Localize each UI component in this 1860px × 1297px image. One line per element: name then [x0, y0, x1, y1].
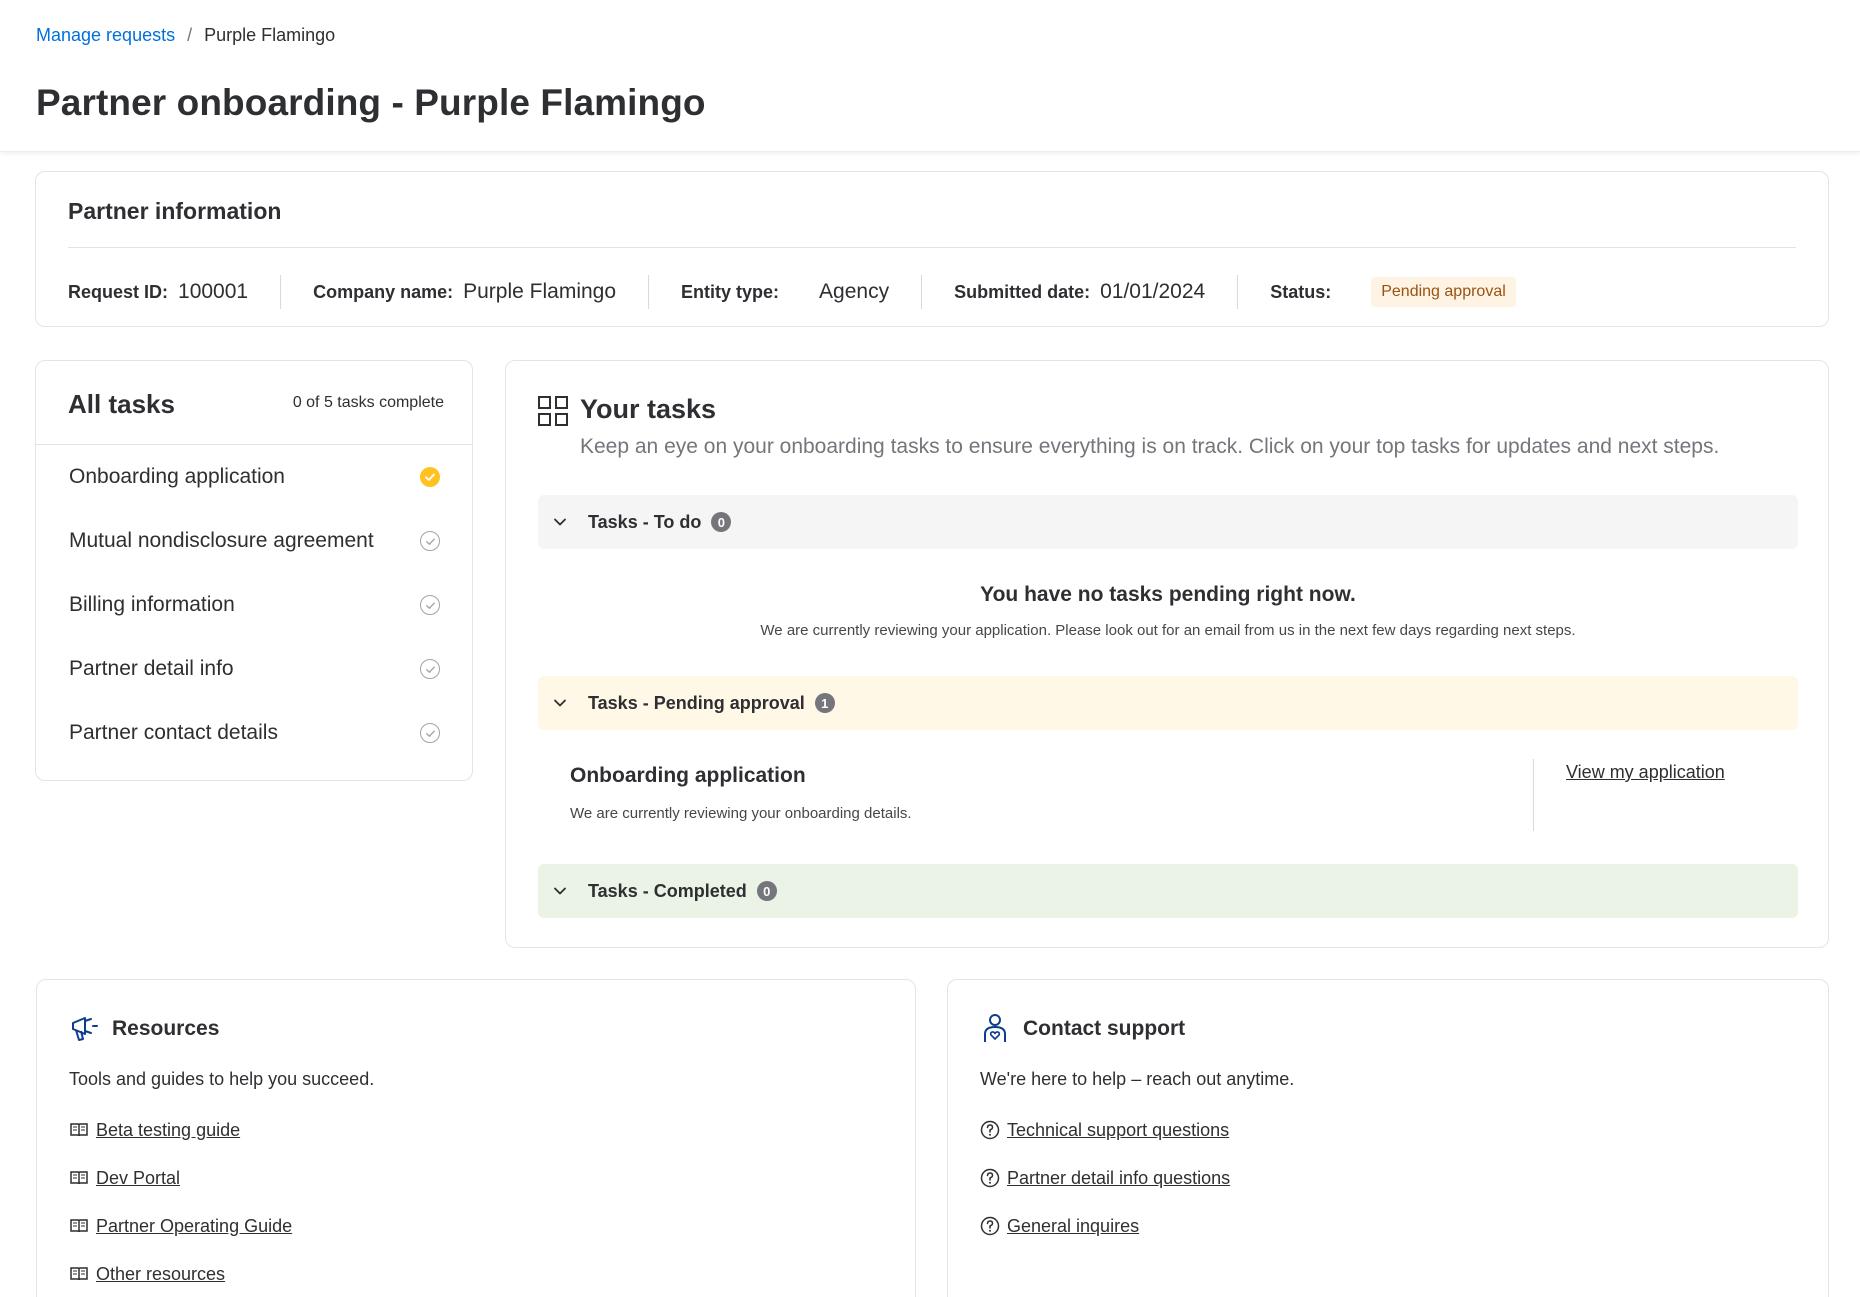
breadcrumb-manage-requests-link[interactable]: Manage requests	[36, 25, 175, 46]
book-icon	[70, 1219, 88, 1233]
breadcrumb-current: Purple Flamingo	[204, 25, 336, 45]
all-tasks-progress: 0 of 5 tasks complete	[292, 394, 444, 411]
task-item-label: Billing information	[69, 593, 235, 616]
company-name-label: Company name:	[313, 281, 454, 302]
task-item-billing-information[interactable]: Billing information	[36, 573, 472, 637]
breadcrumb-separator: /	[187, 25, 193, 45]
pending-task-divider	[1533, 759, 1534, 831]
task-item-mutual-nda[interactable]: Mutual nondisclosure agreement	[36, 509, 472, 573]
book-icon	[70, 1123, 88, 1137]
book-icon	[70, 1267, 88, 1281]
breadcrumb: Manage requests / Purple Flamingo	[36, 25, 335, 46]
chevron-down-icon	[554, 887, 566, 895]
page-header: Manage requests / Purple Flamingo Partne…	[0, 0, 1860, 152]
your-tasks-subtitle: Keep an eye on your onboarding tasks to …	[580, 435, 1720, 458]
no-tasks-title: You have no tasks pending right now.	[980, 583, 1356, 606]
all-tasks-list: Onboarding application Mutual nondisclos…	[36, 445, 472, 765]
partner-information-card: Partner information Request ID: 100001 C…	[35, 171, 1829, 327]
company-name-field: Company name: Purple Flamingo	[313, 275, 650, 309]
task-item-label: Partner detail info	[69, 657, 234, 680]
help-circle-icon	[980, 1216, 1000, 1236]
entity-type-value: Agency	[819, 280, 890, 303]
check-circle-outline-icon	[420, 659, 440, 679]
partner-information-divider	[68, 247, 1796, 248]
tasks-pending-count: 1	[814, 693, 835, 713]
pending-task-title: Onboarding application	[570, 764, 806, 787]
task-item-label: Partner contact details	[69, 721, 278, 744]
task-item-partner-detail-info[interactable]: Partner detail info	[36, 637, 472, 701]
your-tasks-card: Your tasks Keep an eye on your onboardin…	[505, 360, 1829, 948]
contact-link-row: Partner detail info questions	[980, 1154, 1230, 1202]
megaphone-icon	[72, 1017, 98, 1041]
status-field: Status: Pending approval	[1270, 275, 1548, 309]
request-id-value: 100001	[178, 280, 249, 303]
tasks-todo-toggle[interactable]: Tasks - To do 0	[538, 495, 1798, 549]
contact-support-subtitle: We're here to help – reach out anytime.	[980, 1069, 1295, 1089]
contact-support-links: Technical support questions Partner deta…	[980, 1106, 1230, 1250]
entity-type-label: Entity type:	[681, 281, 780, 302]
page-title: Partner onboarding - Purple Flamingo	[36, 82, 706, 123]
tasks-pending-label: Tasks - Pending approval	[588, 692, 805, 713]
task-item-label: Onboarding application	[69, 465, 285, 488]
tasks-todo-label: Tasks - To do	[588, 511, 702, 532]
request-id-field: Request ID: 100001	[68, 275, 282, 309]
check-circle-filled-icon	[420, 467, 440, 487]
company-name-value: Purple Flamingo	[463, 280, 617, 303]
resources-subtitle: Tools and guides to help you succeed.	[69, 1069, 375, 1089]
contact-link-row: Technical support questions	[980, 1106, 1230, 1154]
resource-link-row: Dev Portal	[69, 1154, 292, 1202]
task-item-onboarding-application[interactable]: Onboarding application	[36, 445, 472, 509]
pending-task-description: We are currently reviewing your onboardi…	[570, 805, 912, 822]
request-id-label: Request ID:	[68, 281, 169, 302]
technical-support-questions-link[interactable]: Technical support questions	[1007, 1120, 1229, 1141]
partner-information-title: Partner information	[68, 198, 282, 224]
all-tasks-header: All tasks 0 of 5 tasks complete	[36, 361, 472, 445]
check-circle-outline-icon	[420, 595, 440, 615]
task-item-label: Mutual nondisclosure agreement	[69, 529, 374, 552]
tasks-completed-count: 0	[756, 881, 777, 901]
tasks-pending-toggle[interactable]: Tasks - Pending approval 1	[538, 676, 1798, 730]
resources-card: Resources Tools and guides to help you s…	[36, 979, 916, 1297]
chevron-down-icon	[554, 518, 566, 526]
partner-information-row: Request ID: 100001 Company name: Purple …	[68, 274, 1580, 310]
resources-links: Beta testing guide Dev Portal Partner Op…	[69, 1106, 292, 1297]
beta-testing-guide-link[interactable]: Beta testing guide	[96, 1120, 240, 1141]
grid-icon	[538, 396, 568, 426]
partner-operating-guide-link[interactable]: Partner Operating Guide	[96, 1216, 292, 1237]
entity-type-field: Entity type: Agency	[681, 275, 923, 309]
resource-link-row: Other resources	[69, 1250, 292, 1297]
status-label: Status:	[1270, 281, 1332, 302]
support-person-icon	[984, 1014, 1006, 1042]
submitted-date-field: Submitted date: 01/01/2024	[954, 275, 1239, 309]
view-my-application-link[interactable]: View my application	[1566, 762, 1725, 783]
no-tasks-text: We are currently reviewing your applicat…	[760, 622, 1576, 639]
all-tasks-card: All tasks 0 of 5 tasks complete Onboardi…	[35, 360, 473, 781]
other-resources-link[interactable]: Other resources	[96, 1264, 225, 1285]
book-icon	[70, 1171, 88, 1185]
task-item-partner-contact-details[interactable]: Partner contact details	[36, 701, 472, 765]
submitted-date-label: Submitted date:	[954, 281, 1091, 302]
tasks-completed-toggle[interactable]: Tasks - Completed 0	[538, 864, 1798, 918]
dev-portal-link[interactable]: Dev Portal	[96, 1168, 180, 1189]
resource-link-row: Partner Operating Guide	[69, 1202, 292, 1250]
resource-link-row: Beta testing guide	[69, 1106, 292, 1154]
chevron-down-icon	[554, 699, 566, 707]
resources-title: Resources	[112, 1017, 220, 1040]
check-circle-outline-icon	[420, 723, 440, 743]
help-circle-icon	[980, 1120, 1000, 1140]
all-tasks-title: All tasks	[68, 389, 175, 419]
contact-support-title: Contact support	[1023, 1017, 1186, 1040]
contact-link-row: General inquires	[980, 1202, 1230, 1250]
submitted-date-value: 01/01/2024	[1100, 280, 1206, 303]
tasks-completed-label: Tasks - Completed	[588, 880, 747, 901]
tasks-todo-count: 0	[711, 512, 732, 532]
status-badge: Pending approval	[1371, 277, 1516, 307]
help-circle-icon	[980, 1168, 1000, 1188]
your-tasks-title: Your tasks	[580, 394, 717, 424]
partner-detail-info-questions-link[interactable]: Partner detail info questions	[1007, 1168, 1230, 1189]
check-circle-outline-icon	[420, 531, 440, 551]
contact-support-card: Contact support We're here to help – rea…	[947, 979, 1829, 1297]
general-inquires-link[interactable]: General inquires	[1007, 1216, 1139, 1237]
